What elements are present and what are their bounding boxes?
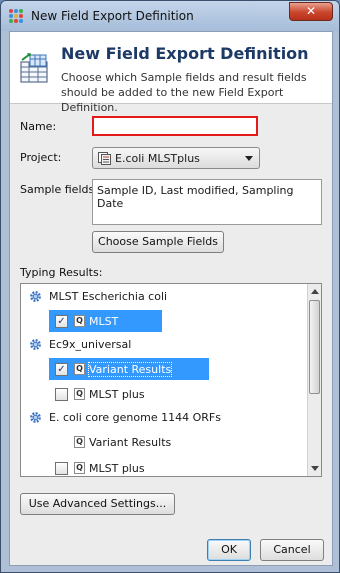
group-label: MLST Escherichia coli xyxy=(49,290,168,303)
checkbox-mlst-ecoli-mlst[interactable]: ✓ xyxy=(55,315,68,328)
q-result-icon: Q xyxy=(74,315,85,327)
name-label: Name: xyxy=(20,120,57,133)
scroll-thumb[interactable] xyxy=(309,300,320,394)
q-result-icon: Q xyxy=(74,436,85,448)
dialog-window: New Field Export Definition ✕ New Field … xyxy=(0,0,340,573)
item-label[interactable]: MLST plus xyxy=(89,388,145,401)
item-label[interactable]: MLST xyxy=(89,315,118,328)
checkbox-ec9x-mlst-plus[interactable] xyxy=(55,388,68,401)
sample-fields-textarea[interactable]: Sample ID, Last modified, Sampling Date xyxy=(92,179,322,225)
checkbox-core-genome-mlst-plus[interactable] xyxy=(55,462,68,475)
gear-icon xyxy=(30,291,41,302)
chevron-down-icon xyxy=(245,156,253,161)
use-advanced-settings-button[interactable]: Use Advanced Settings... xyxy=(20,493,175,515)
list-scrollbar[interactable] xyxy=(307,284,321,476)
q-result-icon: Q xyxy=(74,363,85,375)
scroll-down-icon[interactable] xyxy=(311,466,319,471)
choose-sample-fields-button[interactable]: Choose Sample Fields xyxy=(92,231,224,253)
checkbox-ec9x-variant-results[interactable]: ✓ xyxy=(55,363,68,376)
project-label: Project: xyxy=(20,151,62,164)
sample-fields-label: Sample fields: xyxy=(20,183,98,196)
app-grid-icon xyxy=(9,9,24,24)
project-value: E.coli MLSTplus xyxy=(115,152,200,165)
cancel-button[interactable]: Cancel xyxy=(260,539,324,561)
header-banner: New Field Export Definition Choose which… xyxy=(10,32,332,114)
item-label[interactable]: Variant Results xyxy=(89,436,171,449)
typing-results-list[interactable]: MLST Escherichia coli ✓ Q MLST Ec9x_univ… xyxy=(20,283,322,477)
gear-icon xyxy=(30,339,41,350)
group-label: Ec9x_universal xyxy=(49,338,132,351)
q-result-icon: Q xyxy=(74,462,85,474)
header-title: New Field Export Definition xyxy=(61,44,309,63)
item-label[interactable]: MLST plus xyxy=(89,462,145,475)
gear-icon xyxy=(30,412,41,423)
title-bar[interactable]: New Field Export Definition ✕ xyxy=(1,1,339,31)
group-label: E. coli core genome 1144 ORFs xyxy=(49,411,221,424)
header-description: Choose which Sample fields and result fi… xyxy=(61,71,307,114)
scroll-up-icon[interactable] xyxy=(311,289,319,294)
typing-group-ecoli-core-genome[interactable]: E. coli core genome 1144 ORFs xyxy=(21,407,307,429)
typing-group-ec9x-universal[interactable]: Ec9x_universal xyxy=(21,334,307,356)
ok-button[interactable]: OK xyxy=(207,539,251,561)
export-table-icon xyxy=(20,53,48,83)
item-label[interactable]: Variant Results xyxy=(87,362,173,377)
project-icon xyxy=(98,152,111,165)
typing-results-label: Typing Results: xyxy=(20,266,103,279)
close-button[interactable]: ✕ xyxy=(289,2,333,21)
dialog-content: New Field Export Definition Choose which… xyxy=(9,31,333,566)
project-dropdown[interactable]: E.coli MLSTplus xyxy=(92,147,260,169)
window-title: New Field Export Definition xyxy=(31,9,194,23)
typing-group-mlst-ecoli[interactable]: MLST Escherichia coli xyxy=(21,286,307,308)
name-input[interactable] xyxy=(92,116,258,136)
q-result-icon: Q xyxy=(74,388,85,400)
